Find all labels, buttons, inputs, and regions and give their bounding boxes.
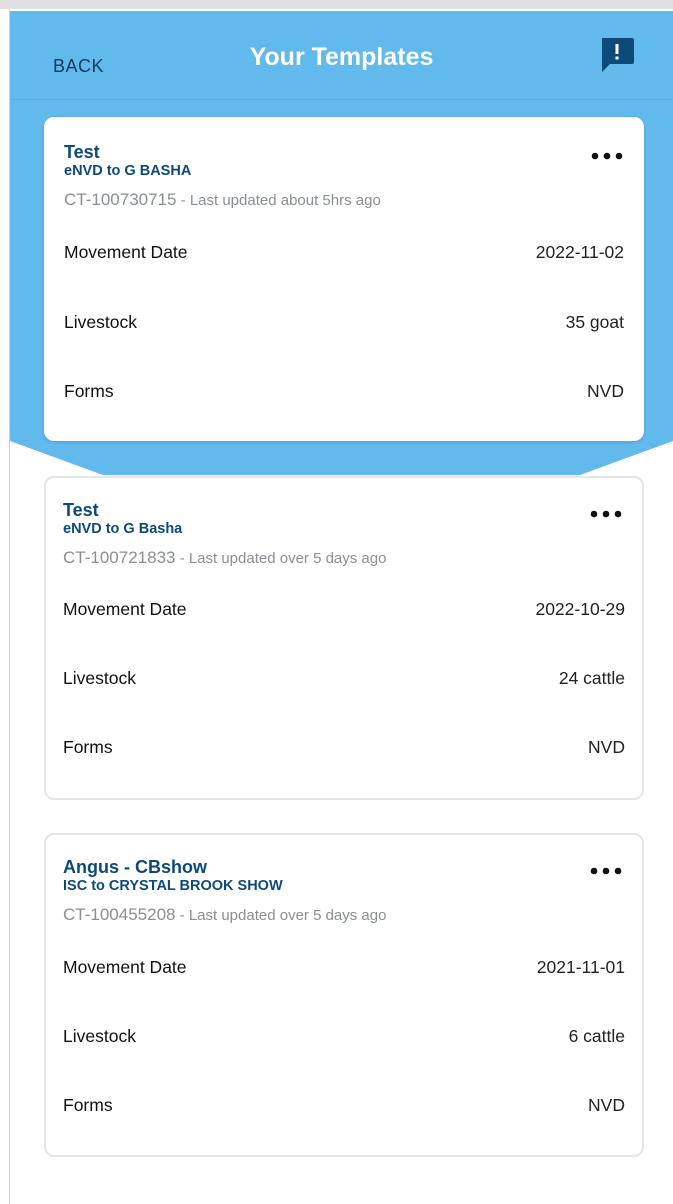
template-subtitle: ISC to CRYSTAL BROOK SHOW [63, 878, 283, 894]
forms-value: NVD [588, 1095, 625, 1115]
screen-edge [0, 9, 10, 1204]
status-strip [0, 0, 673, 9]
livestock-label: Livestock [63, 1026, 136, 1046]
template-name: Test [64, 142, 100, 162]
forms-label: Forms [63, 737, 113, 757]
movement-date-value: 2022-11-02 [535, 242, 624, 262]
template-card[interactable]: Test eNVD to G BASHA CT-100730715 - Last… [44, 117, 644, 441]
more-options-icon[interactable] [587, 144, 627, 168]
template-card[interactable]: Test eNVD to G Basha CT-100721833 - Last… [44, 476, 644, 800]
app-screen: BACK Your Templates Test eNVD to G BASHA… [0, 0, 673, 1204]
template-id: CT-100455208 [63, 905, 176, 924]
movement-date-label: Movement Date [63, 599, 187, 619]
template-card[interactable]: Angus - CBshow ISC to CRYSTAL BROOK SHOW… [44, 833, 644, 1157]
livestock-label: Livestock [63, 668, 136, 688]
forms-label: Forms [63, 1095, 113, 1115]
livestock-label: Livestock [64, 312, 137, 332]
template-id: CT-100721833 [63, 548, 176, 567]
forms-value: NVD [588, 737, 625, 757]
template-updated: - Last updated about 5hrs ago [176, 192, 381, 209]
forms-label: Forms [64, 381, 114, 401]
livestock-value: 24 cattle [558, 668, 625, 688]
template-meta: CT-100730715 - Last updated about 5hrs a… [64, 189, 381, 212]
template-updated: - Last updated over 5 days ago [175, 907, 387, 924]
template-name: Test [63, 500, 99, 520]
movement-date-value: 2022-10-29 [535, 599, 625, 619]
template-meta: CT-100455208 - Last updated over 5 days … [63, 904, 386, 927]
more-options-icon[interactable] [586, 859, 626, 883]
livestock-value: 35 goat [565, 312, 624, 332]
template-subtitle: eNVD to G BASHA [64, 163, 192, 179]
template-meta: CT-100721833 - Last updated over 5 days … [63, 547, 386, 570]
template-name: Angus - CBshow [63, 857, 207, 877]
more-options-icon[interactable] [586, 502, 626, 526]
feedback-icon[interactable] [598, 36, 636, 76]
app-header: BACK Your Templates [10, 11, 673, 100]
movement-date-label: Movement Date [63, 957, 187, 977]
movement-date-value: 2021-11-01 [536, 957, 625, 977]
template-id: CT-100730715 [64, 190, 177, 209]
movement-date-label: Movement Date [64, 242, 188, 262]
livestock-value: 6 cattle [568, 1026, 625, 1046]
page-title: Your Templates [249, 43, 434, 71]
template-updated: - Last updated over 5 days ago [175, 550, 387, 567]
forms-value: NVD [587, 381, 624, 401]
template-subtitle: eNVD to G Basha [63, 521, 183, 537]
